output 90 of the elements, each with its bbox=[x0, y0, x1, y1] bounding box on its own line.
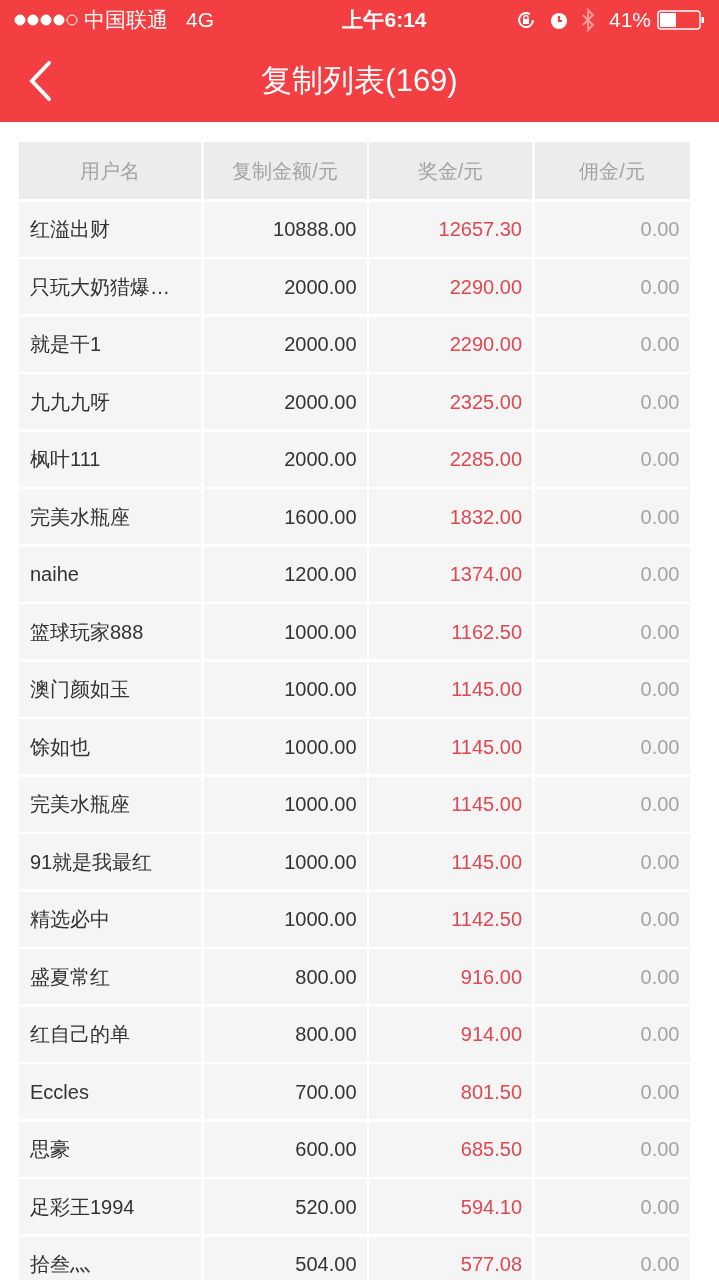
table-cell: 0.00 bbox=[534, 259, 690, 314]
table-cell: 0.00 bbox=[534, 201, 690, 257]
table-cell: 0.00 bbox=[534, 489, 690, 544]
table-cell: 0.00 bbox=[534, 834, 690, 889]
table-cell: 700.00 bbox=[203, 1064, 367, 1119]
table-cell: 1142.50 bbox=[369, 891, 532, 947]
table-cell: 1000.00 bbox=[203, 719, 367, 774]
table-cell: 完美水瓶座 bbox=[19, 776, 201, 832]
column-header: 佣金/元 bbox=[534, 142, 690, 199]
table-cell: 1600.00 bbox=[203, 489, 367, 544]
table-cell: 1145.00 bbox=[369, 834, 532, 889]
table-cell: 577.08 bbox=[369, 1236, 532, 1280]
table-cell: 足彩王1994 bbox=[19, 1179, 201, 1234]
table-cell: 2000.00 bbox=[203, 259, 367, 314]
table-cell: 0.00 bbox=[534, 661, 690, 717]
table-cell: 916.00 bbox=[369, 949, 532, 1004]
table-cell: 685.50 bbox=[369, 1121, 532, 1177]
carrier-text: 中国联通 bbox=[84, 7, 168, 34]
table-cell: 拾叁灬 bbox=[19, 1236, 201, 1280]
signal-icon bbox=[14, 14, 78, 26]
table-cell: 完美水瓶座 bbox=[19, 489, 201, 544]
page-title: 复制列表(169) bbox=[261, 61, 458, 100]
table-cell: 1000.00 bbox=[203, 776, 367, 832]
table-cell: 800.00 bbox=[203, 1006, 367, 1062]
table-cell: 2290.00 bbox=[369, 259, 532, 314]
table-cell: 0.00 bbox=[534, 546, 690, 602]
table-cell: 2325.00 bbox=[369, 374, 532, 429]
table-cell: 思豪 bbox=[19, 1121, 201, 1177]
table-cell: 10888.00 bbox=[203, 201, 367, 257]
table-cell: 91就是我最红 bbox=[19, 834, 201, 889]
table-cell: 12657.30 bbox=[369, 201, 532, 257]
battery-icon bbox=[657, 10, 705, 30]
table-cell: 2000.00 bbox=[203, 374, 367, 429]
back-icon bbox=[28, 60, 52, 102]
table-cell: 1000.00 bbox=[203, 604, 367, 659]
table-cell: 504.00 bbox=[203, 1236, 367, 1280]
table-cell: 0.00 bbox=[534, 949, 690, 1004]
table-cell: 0.00 bbox=[534, 1064, 690, 1119]
bluetooth-icon bbox=[580, 8, 595, 32]
table-cell: 800.00 bbox=[203, 949, 367, 1004]
table-cell: 1162.50 bbox=[369, 604, 532, 659]
table-cell: 0.00 bbox=[534, 316, 690, 372]
table-cell: 精选必中 bbox=[19, 891, 201, 947]
table-cell: 就是干1 bbox=[19, 316, 201, 372]
table-cell: 0.00 bbox=[534, 1236, 690, 1280]
table-cell: 0.00 bbox=[534, 431, 690, 487]
column-header: 奖金/元 bbox=[369, 142, 532, 199]
table-cell: 2000.00 bbox=[203, 316, 367, 372]
table-cell: 0.00 bbox=[534, 891, 690, 947]
table-cell: 1200.00 bbox=[203, 546, 367, 602]
table-cell: 盛夏常红 bbox=[19, 949, 201, 1004]
table-cell: 馀如也 bbox=[19, 719, 201, 774]
table-cell: 0.00 bbox=[534, 374, 690, 429]
table-cell: 1145.00 bbox=[369, 719, 532, 774]
table-cell: 1000.00 bbox=[203, 891, 367, 947]
table-cell: 1145.00 bbox=[369, 776, 532, 832]
table-cell: 600.00 bbox=[203, 1121, 367, 1177]
table-cell: 1000.00 bbox=[203, 661, 367, 717]
battery-percent: 41% bbox=[608, 7, 651, 34]
table-cell: 只玩大奶猎爆… bbox=[19, 259, 201, 314]
table-cell: 2290.00 bbox=[369, 316, 532, 372]
alarm-icon bbox=[548, 10, 569, 30]
table-cell: 0.00 bbox=[534, 1006, 690, 1062]
table-cell: 520.00 bbox=[203, 1179, 367, 1234]
table-cell: 0.00 bbox=[534, 776, 690, 832]
table-cell: 九九九呀 bbox=[19, 374, 201, 429]
table-cell: 红自己的单 bbox=[19, 1006, 201, 1062]
table-cell: 1374.00 bbox=[369, 546, 532, 602]
table-cell: 0.00 bbox=[534, 1121, 690, 1177]
table-cell: 0.00 bbox=[534, 604, 690, 659]
table-cell: 1145.00 bbox=[369, 661, 532, 717]
network-text: 4G bbox=[186, 7, 214, 34]
column-header: 用户名 bbox=[19, 142, 201, 199]
table-cell: Eccles bbox=[19, 1064, 201, 1119]
table-cell: 1000.00 bbox=[203, 834, 367, 889]
table-cell: 594.10 bbox=[369, 1179, 532, 1234]
clock-text: 上午6:14 bbox=[342, 7, 427, 34]
table-cell: 0.00 bbox=[534, 1179, 690, 1234]
table-cell: 0.00 bbox=[534, 719, 690, 774]
table-cell: 澳门颜如玉 bbox=[19, 661, 201, 717]
table-cell: naihe bbox=[19, 546, 201, 602]
table-cell: 914.00 bbox=[369, 1006, 532, 1062]
table-cell: 2285.00 bbox=[369, 431, 532, 487]
table-cell: 枫叶111 bbox=[19, 431, 201, 487]
column-header: 复制金额/元 bbox=[203, 142, 367, 199]
table-cell: 801.50 bbox=[369, 1064, 532, 1119]
table-cell: 2000.00 bbox=[203, 431, 367, 487]
table-cell: 1832.00 bbox=[369, 489, 532, 544]
table-cell: 红溢出财 bbox=[19, 201, 201, 257]
table-cell: 篮球玩家888 bbox=[19, 604, 201, 659]
